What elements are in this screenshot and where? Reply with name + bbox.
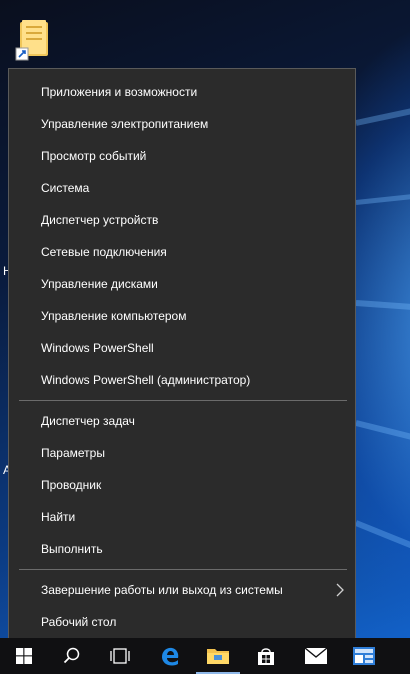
edge-browser-icon[interactable] [146, 638, 194, 674]
windows-start-icon[interactable] [0, 638, 48, 674]
taskbar [0, 638, 410, 674]
menu-item-device-manager[interactable]: Диспетчер устройств [9, 204, 355, 236]
menu-item-task-manager[interactable]: Диспетчер задач [9, 405, 355, 437]
store-icon[interactable] [242, 638, 290, 674]
menu-item-file-explorer[interactable]: Проводник [9, 469, 355, 501]
menu-item-apps-features[interactable]: Приложения и возможности [9, 76, 355, 108]
menu-item-network-connections[interactable]: Сетевые подключения [9, 236, 355, 268]
menu-item-disk-management[interactable]: Управление дисками [9, 268, 355, 300]
file-explorer-icon[interactable] [194, 638, 242, 674]
menu-item-system[interactable]: Система [9, 172, 355, 204]
menu-separator [19, 400, 347, 401]
menu-item-run[interactable]: Выполнить [9, 533, 355, 565]
folder-shortcut-icon[interactable] [14, 18, 54, 62]
menu-item-settings[interactable]: Параметры [9, 437, 355, 469]
menu-item-shutdown-signout[interactable]: Завершение работы или выход из системы [9, 574, 355, 606]
app-icon[interactable] [340, 638, 388, 674]
menu-item-computer-management[interactable]: Управление компьютером [9, 300, 355, 332]
task-view-icon[interactable] [96, 638, 144, 674]
menu-item-search[interactable]: Найти [9, 501, 355, 533]
menu-item-powershell-admin[interactable]: Windows PowerShell (администратор) [9, 364, 355, 396]
menu-item-label: Завершение работы или выход из системы [41, 583, 283, 597]
menu-item-power-options[interactable]: Управление электропитанием [9, 108, 355, 140]
mail-icon[interactable] [292, 638, 340, 674]
menu-item-event-viewer[interactable]: Просмотр событий [9, 140, 355, 172]
search-icon[interactable] [48, 638, 96, 674]
menu-item-powershell[interactable]: Windows PowerShell [9, 332, 355, 364]
chevron-right-icon [333, 574, 347, 606]
menu-separator [19, 569, 347, 570]
winx-context-menu: Приложения и возможности Управление элек… [8, 68, 356, 646]
menu-item-desktop[interactable]: Рабочий стол [9, 606, 355, 638]
